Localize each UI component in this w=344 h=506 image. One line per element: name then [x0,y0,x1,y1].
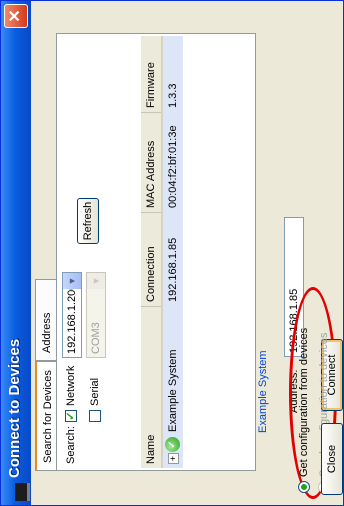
radio-column [270,62,286,496]
overlay-layer [0,0,344,506]
